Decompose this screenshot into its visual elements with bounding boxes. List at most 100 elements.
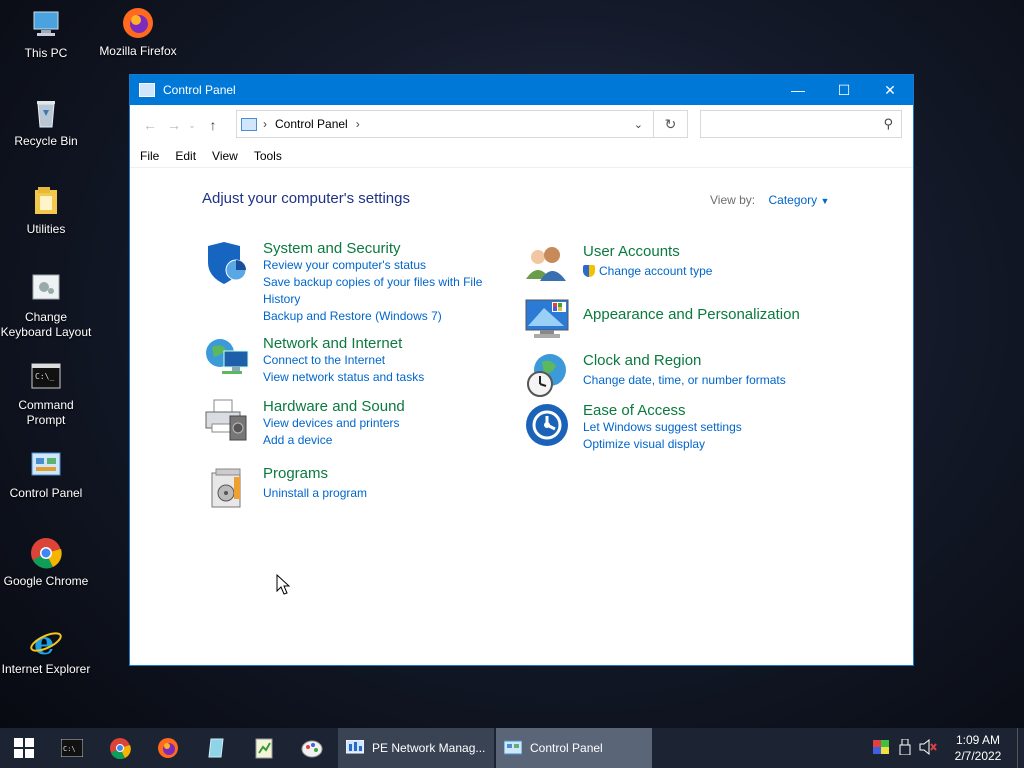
category-link[interactable]: Let Windows suggest settings [583, 419, 742, 436]
address-bar[interactable]: › Control Panel › ⌄ [236, 110, 654, 138]
category-title[interactable]: Appearance and Personalization [583, 306, 800, 323]
windows-logo-icon [14, 738, 34, 758]
menu-view[interactable]: View [212, 149, 238, 163]
category-link[interactable]: Review your computer's status [263, 257, 482, 274]
taskbar-chrome[interactable] [96, 728, 144, 768]
desktop-icon-label: Internet Explorer [1, 662, 91, 676]
category-link[interactable]: Connect to the Internet [263, 352, 424, 369]
search-icon: ⚲ [883, 116, 893, 131]
recycle-bin-icon [29, 96, 63, 130]
system-tray: 1:09 AM 2/7/2022 [873, 728, 1024, 768]
desktop-icon-firefox[interactable]: Mozilla Firefox [92, 6, 184, 59]
color-display-icon[interactable] [873, 739, 889, 757]
breadcrumb-separator-icon[interactable]: › [263, 117, 267, 131]
start-button[interactable] [0, 728, 48, 768]
category-title[interactable]: Hardware and Sound [263, 398, 405, 415]
taskbar-app-tool[interactable] [192, 728, 240, 768]
desktop-icon-keyboard-layout[interactable]: Change Keyboard Layout [0, 272, 92, 340]
desktop-icon-control-panel[interactable]: Control Panel [0, 448, 92, 501]
paint-icon [301, 740, 323, 758]
desktop-icon-label: Google Chrome [3, 574, 89, 588]
network-globe-icon [204, 335, 250, 381]
category-title[interactable]: User Accounts [583, 243, 712, 260]
desktop-icon-label: Command Prompt [18, 398, 74, 427]
category-appearance: Appearance and Personalization [524, 296, 800, 338]
category-link[interactable]: View devices and printers [263, 415, 405, 432]
category-link[interactable]: Backup and Restore (Windows 7) [263, 308, 482, 325]
desktop-icon-internet-explorer[interactable]: e Internet Explorer [0, 624, 92, 677]
taskbar: C:\ PE Network Manag... Control Panel 1:… [0, 728, 1024, 768]
menu-edit[interactable]: Edit [175, 149, 196, 163]
view-by: View by: Category ▼ [710, 193, 829, 207]
back-arrow-icon[interactable]: ← [136, 117, 164, 133]
search-input[interactable]: ⚲ [700, 110, 902, 138]
show-desktop-button[interactable] [1017, 728, 1024, 768]
minimize-button[interactable]: — [775, 75, 821, 105]
category-link[interactable]: Add a device [263, 432, 405, 449]
usb-icon[interactable] [899, 738, 911, 758]
control-panel-icon [504, 740, 522, 755]
desktop-icon-command-prompt[interactable]: C:\_ Command Prompt [0, 360, 92, 428]
view-by-label: View by: [710, 193, 756, 207]
chrome-icon [29, 536, 63, 570]
taskbar-firefox[interactable] [144, 728, 192, 768]
taskbar-app-notepad[interactable] [240, 728, 288, 768]
category-title[interactable]: System and Security [263, 240, 482, 257]
desktop-icon-label: Control Panel [9, 486, 83, 500]
title-bar[interactable]: Control Panel — ☐ ✕ [130, 75, 913, 105]
control-panel-icon [29, 448, 63, 482]
clock-globe-icon [524, 352, 570, 398]
refresh-button[interactable]: ↻ [654, 110, 688, 138]
up-arrow-icon[interactable]: ↑ [200, 117, 226, 133]
category-link[interactable]: Change date, time, or number formats [583, 372, 786, 389]
category-link[interactable]: Optimize visual display [583, 436, 742, 453]
maximize-button[interactable]: ☐ [821, 75, 867, 105]
category-link[interactable]: Uninstall a program [263, 485, 367, 502]
category-title[interactable]: Programs [263, 465, 367, 482]
desktop-icon-this-pc[interactable]: This PC [0, 8, 92, 61]
breadcrumb-separator-icon[interactable]: › [356, 117, 360, 131]
category-link[interactable]: Save backup copies of your files with Fi… [263, 274, 482, 291]
menu-file[interactable]: File [140, 149, 159, 163]
forward-arrow-icon[interactable]: → [164, 117, 184, 133]
desktop-icon-recycle-bin[interactable]: Recycle Bin [0, 96, 92, 149]
internet-explorer-icon: e [29, 624, 63, 662]
recent-locations-chevron-icon[interactable]: ⌄ [184, 120, 200, 131]
taskbar-window-pe-network-manager[interactable]: PE Network Manag... [338, 728, 494, 768]
clock[interactable]: 1:09 AM 2/7/2022 [943, 732, 1013, 764]
address-dropdown-chevron-icon[interactable]: ⌄ [634, 118, 643, 131]
category-title[interactable]: Network and Internet [263, 335, 424, 352]
computer-icon [29, 8, 63, 42]
breadcrumb-control-panel[interactable]: Control Panel [275, 117, 348, 131]
category-title[interactable]: Ease of Access [583, 402, 742, 419]
desktop-icon-utilities[interactable]: Utilities [0, 184, 92, 237]
taskbar-command-prompt[interactable]: C:\ [48, 728, 96, 768]
menu-bar: File Edit View Tools [130, 145, 913, 168]
category-title[interactable]: Clock and Region [583, 352, 786, 369]
programs-box-icon [204, 465, 250, 511]
appearance-monitor-icon [524, 296, 570, 342]
category-link[interactable]: Change account type [583, 263, 712, 280]
menu-tools[interactable]: Tools [254, 149, 282, 163]
taskbar-app-paint[interactable] [288, 728, 336, 768]
desktop-icon-label: Mozilla Firefox [99, 44, 177, 58]
desktop-icon-label: Change Keyboard Layout [0, 310, 92, 339]
shield-icon [204, 240, 250, 286]
view-by-dropdown[interactable]: Category ▼ [768, 193, 829, 207]
desktop-icon-chrome[interactable]: Google Chrome [0, 536, 92, 589]
clock-date: 2/7/2022 [954, 749, 1002, 763]
ease-of-access-icon [524, 402, 570, 448]
taskbar-app-label: Control Panel [530, 741, 603, 755]
desktop-icon-label: Utilities [26, 222, 66, 236]
category-link[interactable]: View network status and tasks [263, 369, 424, 386]
svg-text:C:\: C:\ [63, 745, 76, 753]
close-button[interactable]: ✕ [867, 75, 913, 105]
volume-muted-icon[interactable] [919, 738, 937, 758]
dropdown-arrow-icon: ▼ [820, 196, 830, 206]
category-programs: Programs Uninstall a program [204, 465, 367, 508]
taskbar-window-control-panel[interactable]: Control Panel [496, 728, 652, 768]
desktop-icon-label: Recycle Bin [14, 134, 78, 148]
category-link[interactable]: History [263, 291, 482, 308]
address-row: ← → ⌄ ↑ › Control Panel › ⌄ ↻ ⚲ [130, 105, 913, 145]
category-clock-region: Clock and Region Change date, time, or n… [524, 352, 786, 397]
